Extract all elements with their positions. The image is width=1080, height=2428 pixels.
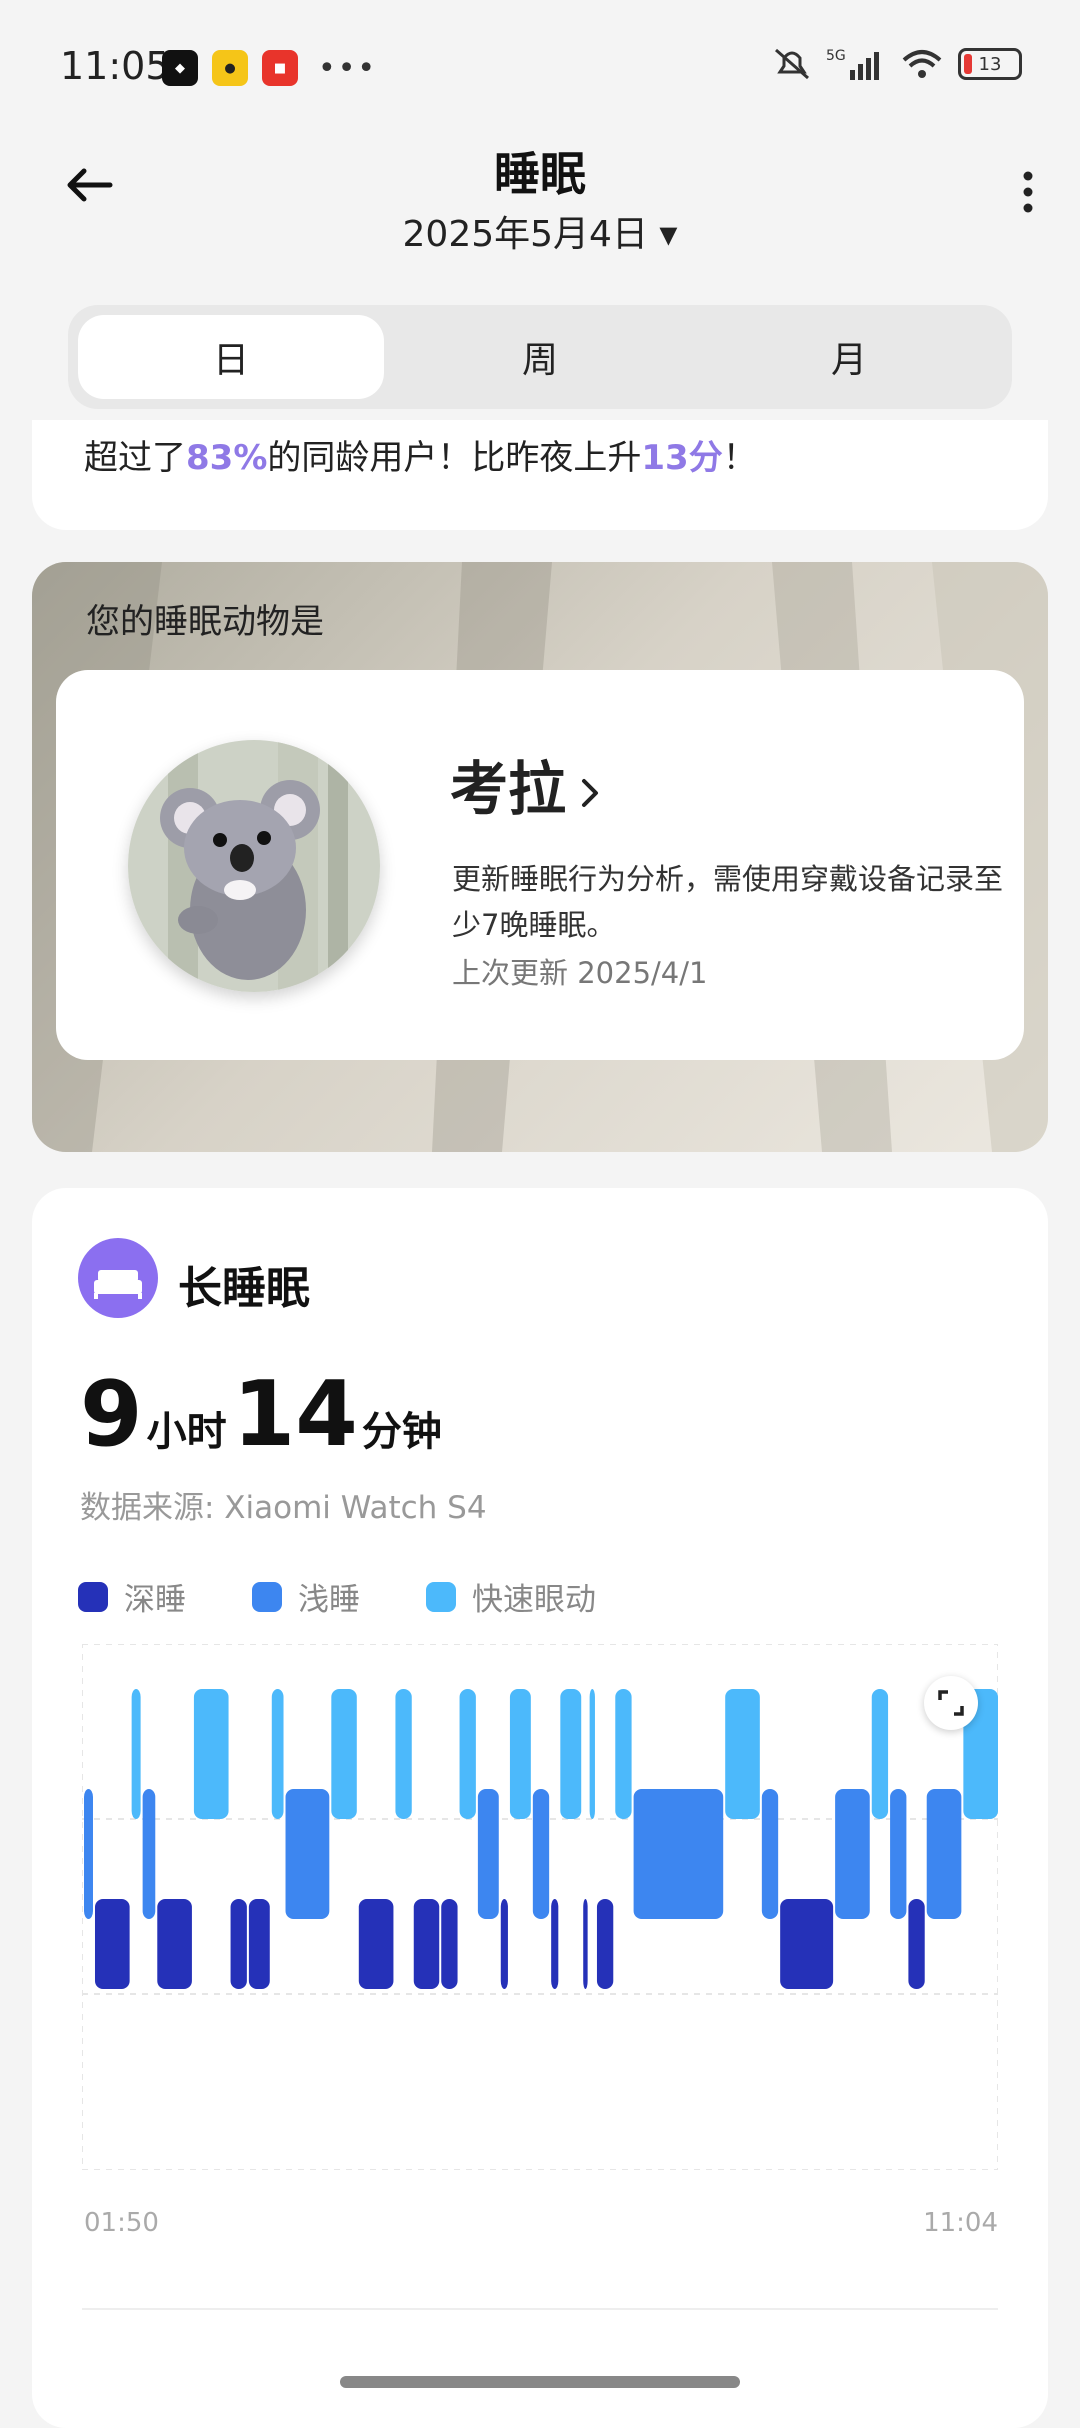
network-type-label: 5G	[826, 48, 846, 64]
sleep-animal-heading: 您的睡眠动物是	[86, 602, 324, 642]
sleep-stage-segment	[926, 1789, 962, 1919]
legend-swatch	[78, 1581, 108, 1612]
bed-icon	[78, 1238, 158, 1318]
data-source: 数据来源: Xiaomi Watch S4	[80, 1490, 487, 1526]
status-right: 5G 13	[772, 46, 1022, 82]
increase-value: 13分	[641, 438, 723, 478]
sleep-stage-segment	[193, 1689, 229, 1819]
sleep-stage-segment	[780, 1899, 834, 1989]
divider	[82, 2308, 998, 2310]
legend-light: 浅睡	[252, 1574, 360, 1619]
sleep-stage-segment	[395, 1689, 412, 1819]
sleep-stage-segment	[331, 1689, 357, 1819]
expand-icon	[938, 1690, 964, 1716]
koala-image	[128, 740, 380, 992]
mute-icon	[775, 48, 809, 80]
sleep-stage-segment	[908, 1899, 925, 1989]
more-notifications-icon: •••	[318, 50, 378, 86]
battery-icon: 13	[958, 48, 1022, 80]
tab-month[interactable]: 月	[696, 315, 1002, 399]
legend-deep: 深睡	[78, 1574, 186, 1619]
app-notification-icon: ◆	[162, 50, 198, 86]
sleep-stage-segment	[271, 1689, 284, 1819]
sleep-stage-segment	[615, 1689, 632, 1819]
sleep-stage-segment	[459, 1689, 476, 1819]
sleep-stage-segment	[131, 1689, 141, 1819]
period-tabs: 日 周 月	[68, 305, 1012, 409]
animal-description: 更新睡眠行为分析，需使用穿戴设备记录至少7晚睡眠。	[452, 862, 1004, 942]
date-selector[interactable]: 2025年5月4日 ▾	[0, 205, 1080, 257]
sleep-stage-chart	[82, 1644, 998, 2170]
comparison-text-b: 的同龄用户！比昨夜上升	[267, 438, 642, 478]
duration-minutes: 14	[232, 1362, 358, 1467]
percent-value: 83%	[186, 438, 268, 478]
sleep-stage-segment	[413, 1899, 440, 1989]
animal-updated-date: 上次更新 2025/4/1	[452, 956, 708, 990]
chart-end-time: 11:04	[923, 2208, 998, 2238]
app-notification-icon: ●	[212, 50, 248, 86]
sleep-stage-segment	[871, 1689, 889, 1819]
chevron-right-icon	[582, 778, 599, 807]
hours-unit: 小时	[146, 1409, 227, 1455]
sleep-stage-segment	[835, 1789, 870, 1919]
app-notification-icon: ■	[262, 50, 298, 86]
sleep-stage-segment	[890, 1789, 907, 1919]
sleep-stage-segment	[532, 1789, 550, 1919]
comparison-text: 超过了83%的同龄用户！比昨夜上升13分！	[84, 430, 757, 479]
expand-chart-button[interactable]	[924, 1676, 978, 1730]
sleep-stage-segment	[358, 1899, 394, 1989]
sleep-stage-segment	[84, 1789, 93, 1919]
sleep-stage-segment	[583, 1899, 588, 1989]
comparison-text-a: 超过了	[84, 438, 186, 478]
notification-icons: ◆ ● ■ •••	[162, 50, 377, 86]
sleep-stage-segment	[477, 1789, 499, 1919]
sleep-stage-segment	[725, 1689, 760, 1819]
sleep-stage-segment	[248, 1899, 270, 1989]
sleep-stage-segment	[285, 1789, 330, 1919]
battery-level: 13	[978, 53, 1002, 75]
sleep-stage-segment	[441, 1899, 458, 1989]
sleep-stage-segment	[633, 1789, 724, 1919]
sleep-stage-segment	[157, 1899, 192, 1989]
status-time: 11:05	[60, 44, 170, 88]
sleep-stage-segment	[589, 1689, 595, 1819]
koala-avatar	[128, 740, 380, 992]
page-title: 睡眠	[494, 147, 586, 201]
legend-label: 浅睡	[298, 1582, 360, 1618]
legend-label: 快速眼动	[472, 1582, 596, 1618]
tab-day[interactable]: 日	[78, 315, 384, 399]
sleep-stage-segment	[596, 1899, 614, 1989]
wifi-icon	[902, 50, 942, 78]
sleep-stage-segment	[230, 1899, 247, 1989]
sleep-stage-segment	[142, 1789, 156, 1919]
home-indicator[interactable]	[340, 2376, 740, 2388]
sleep-duration: 9 小时 14 分钟	[80, 1370, 448, 1460]
comparison-text-c: ！	[722, 438, 757, 478]
animal-name-text: 考拉	[450, 755, 567, 823]
signal-icon: 5G	[826, 48, 879, 80]
sleep-stage-segment	[509, 1689, 531, 1819]
sleep-stage-segment	[560, 1689, 582, 1819]
chart-start-time: 01:50	[84, 2208, 159, 2238]
animal-name[interactable]: 考拉	[450, 742, 606, 826]
chart-legend: 深睡 浅睡 快速眼动	[78, 1574, 596, 1619]
legend-label: 深睡	[124, 1582, 186, 1618]
sleep-stage-segment	[94, 1899, 130, 1989]
duration-hours: 9	[80, 1362, 143, 1467]
minutes-unit: 分钟	[361, 1409, 442, 1455]
legend-swatch	[252, 1581, 282, 1612]
more-menu-icon[interactable]	[1016, 168, 1040, 216]
sleep-stage-segment	[761, 1789, 779, 1919]
sleep-stage-segment	[551, 1899, 559, 1989]
legend-rem: 快速眼动	[426, 1574, 596, 1619]
tab-week[interactable]: 周	[387, 315, 693, 399]
sleep-stage-segment	[500, 1899, 508, 1989]
legend-swatch	[426, 1581, 456, 1612]
long-sleep-title: 长睡眠	[178, 1263, 310, 1314]
